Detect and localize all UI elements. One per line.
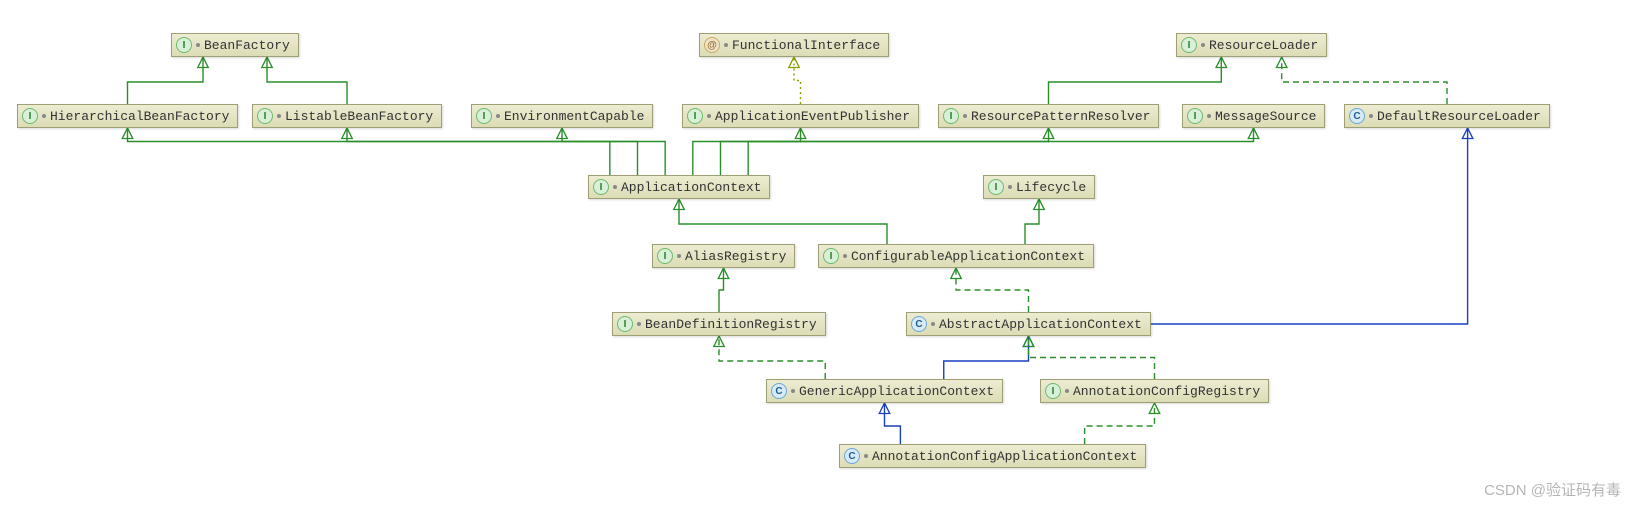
interface-icon: I bbox=[823, 248, 839, 264]
uml-node-environmentCapable[interactable]: I EnvironmentCapable bbox=[471, 104, 653, 128]
node-label: ResourceLoader bbox=[1209, 38, 1318, 53]
edge-defaultResourceLoader-to-resourceLoader bbox=[1282, 57, 1447, 104]
interface-icon: I bbox=[1045, 383, 1061, 399]
modifier-dot-icon bbox=[42, 114, 46, 118]
uml-node-defaultResourceLoader[interactable]: C DefaultResourceLoader bbox=[1344, 104, 1550, 128]
uml-node-abstractAppCtx[interactable]: C AbstractApplicationContext bbox=[906, 312, 1151, 336]
interface-icon: I bbox=[176, 37, 192, 53]
uml-node-aliasRegistry[interactable]: I AliasRegistry bbox=[652, 244, 795, 268]
modifier-dot-icon bbox=[724, 43, 728, 47]
edge-annotationConfigAppCtx-to-annotationConfigRegistry bbox=[1085, 403, 1155, 444]
uml-node-resourceLoader[interactable]: I ResourceLoader bbox=[1176, 33, 1327, 57]
modifier-dot-icon bbox=[963, 114, 967, 118]
modifier-dot-icon bbox=[1201, 43, 1205, 47]
modifier-dot-icon bbox=[1008, 185, 1012, 189]
edge-abstractAppCtx-to-defaultResourceLoader bbox=[1151, 128, 1468, 324]
interface-icon: I bbox=[22, 108, 38, 124]
edge-applicationContext-to-resourcePatternResolver bbox=[720, 128, 1048, 175]
node-label: MessageSource bbox=[1215, 109, 1316, 124]
class-icon: C bbox=[844, 448, 860, 464]
watermark: CSDN @验证码有毒 bbox=[1484, 479, 1621, 500]
interface-icon: I bbox=[257, 108, 273, 124]
class-icon: C bbox=[771, 383, 787, 399]
edge-configurableAppCtx-to-applicationContext bbox=[679, 199, 887, 244]
uml-node-functionalInterface[interactable]: @ FunctionalInterface bbox=[699, 33, 889, 57]
edge-annotationConfigAppCtx-to-genericAppCtx bbox=[885, 403, 901, 444]
class-icon: C bbox=[1349, 108, 1365, 124]
node-label: ApplicationEventPublisher bbox=[715, 109, 910, 124]
edge-configurableAppCtx-to-lifecycle bbox=[1025, 199, 1039, 244]
modifier-dot-icon bbox=[707, 114, 711, 118]
edge-applicationContext-to-hierarchicalBeanFactory bbox=[128, 128, 610, 175]
uml-node-beanFactory[interactable]: I BeanFactory bbox=[171, 33, 299, 57]
uml-node-beanDefinitionRegistry[interactable]: I BeanDefinitionRegistry bbox=[612, 312, 826, 336]
interface-icon: I bbox=[988, 179, 1004, 195]
edge-applicationContext-to-messageSource bbox=[748, 128, 1253, 175]
interface-icon: I bbox=[1181, 37, 1197, 53]
modifier-dot-icon bbox=[637, 322, 641, 326]
node-label: EnvironmentCapable bbox=[504, 109, 644, 124]
node-label: GenericApplicationContext bbox=[799, 384, 994, 399]
node-label: HierarchicalBeanFactory bbox=[50, 109, 229, 124]
class-icon: C bbox=[911, 316, 927, 332]
node-label: AbstractApplicationContext bbox=[939, 317, 1142, 332]
edge-beanDefinitionRegistry-to-aliasRegistry bbox=[719, 268, 724, 312]
edge-genericAppCtx-to-abstractAppCtx bbox=[944, 336, 1029, 379]
modifier-dot-icon bbox=[496, 114, 500, 118]
uml-node-genericAppCtx[interactable]: C GenericApplicationContext bbox=[766, 379, 1003, 403]
edge-hierarchicalBeanFactory-to-beanFactory bbox=[128, 57, 204, 104]
node-label: FunctionalInterface bbox=[732, 38, 880, 53]
interface-icon: I bbox=[687, 108, 703, 124]
uml-node-configurableAppCtx[interactable]: I ConfigurableApplicationContext bbox=[818, 244, 1094, 268]
annotation-icon: @ bbox=[704, 37, 720, 53]
modifier-dot-icon bbox=[613, 185, 617, 189]
edge-resourcePatternResolver-to-resourceLoader bbox=[1049, 57, 1222, 104]
edge-applicationEventPublisher-to-functionalInterface bbox=[794, 57, 801, 104]
uml-node-listableBeanFactory[interactable]: I ListableBeanFactory bbox=[252, 104, 442, 128]
node-label: ApplicationContext bbox=[621, 180, 761, 195]
node-label: BeanDefinitionRegistry bbox=[645, 317, 817, 332]
edge-abstractAppCtx-to-configurableAppCtx bbox=[956, 268, 1029, 312]
uml-node-resourcePatternResolver[interactable]: I ResourcePatternResolver bbox=[938, 104, 1159, 128]
uml-node-applicationEventPublisher[interactable]: I ApplicationEventPublisher bbox=[682, 104, 919, 128]
modifier-dot-icon bbox=[277, 114, 281, 118]
modifier-dot-icon bbox=[1369, 114, 1373, 118]
edge-applicationContext-to-listableBeanFactory bbox=[347, 128, 638, 175]
node-label: ConfigurableApplicationContext bbox=[851, 249, 1085, 264]
modifier-dot-icon bbox=[931, 322, 935, 326]
node-label: AnnotationConfigRegistry bbox=[1073, 384, 1260, 399]
node-label: AnnotationConfigApplicationContext bbox=[872, 449, 1137, 464]
interface-icon: I bbox=[657, 248, 673, 264]
edge-annotationConfigRegistry-to-abstractAppCtx bbox=[1029, 336, 1155, 379]
modifier-dot-icon bbox=[791, 389, 795, 393]
uml-node-hierarchicalBeanFactory[interactable]: I HierarchicalBeanFactory bbox=[17, 104, 238, 128]
node-label: ListableBeanFactory bbox=[285, 109, 433, 124]
modifier-dot-icon bbox=[196, 43, 200, 47]
uml-node-annotationConfigRegistry[interactable]: I AnnotationConfigRegistry bbox=[1040, 379, 1269, 403]
edge-applicationContext-to-environmentCapable bbox=[562, 128, 665, 175]
uml-node-lifecycle[interactable]: I Lifecycle bbox=[983, 175, 1095, 199]
modifier-dot-icon bbox=[1065, 389, 1069, 393]
uml-node-annotationConfigAppCtx[interactable]: C AnnotationConfigApplicationContext bbox=[839, 444, 1146, 468]
interface-icon: I bbox=[476, 108, 492, 124]
uml-node-messageSource[interactable]: I MessageSource bbox=[1182, 104, 1325, 128]
node-label: AliasRegistry bbox=[685, 249, 786, 264]
edge-applicationContext-to-applicationEventPublisher bbox=[693, 128, 801, 175]
interface-icon: I bbox=[1187, 108, 1203, 124]
uml-diagram-canvas: { "nodes": { "beanFactory": {"label":"Be… bbox=[0, 0, 1639, 510]
interface-icon: I bbox=[593, 179, 609, 195]
interface-icon: I bbox=[943, 108, 959, 124]
modifier-dot-icon bbox=[677, 254, 681, 258]
modifier-dot-icon bbox=[1207, 114, 1211, 118]
node-label: ResourcePatternResolver bbox=[971, 109, 1150, 124]
node-label: DefaultResourceLoader bbox=[1377, 109, 1541, 124]
edge-listableBeanFactory-to-beanFactory bbox=[267, 57, 347, 104]
modifier-dot-icon bbox=[864, 454, 868, 458]
node-label: Lifecycle bbox=[1016, 180, 1086, 195]
node-label: BeanFactory bbox=[204, 38, 290, 53]
modifier-dot-icon bbox=[843, 254, 847, 258]
edge-genericAppCtx-to-beanDefinitionRegistry bbox=[719, 336, 825, 379]
uml-node-applicationContext[interactable]: I ApplicationContext bbox=[588, 175, 770, 199]
interface-icon: I bbox=[617, 316, 633, 332]
